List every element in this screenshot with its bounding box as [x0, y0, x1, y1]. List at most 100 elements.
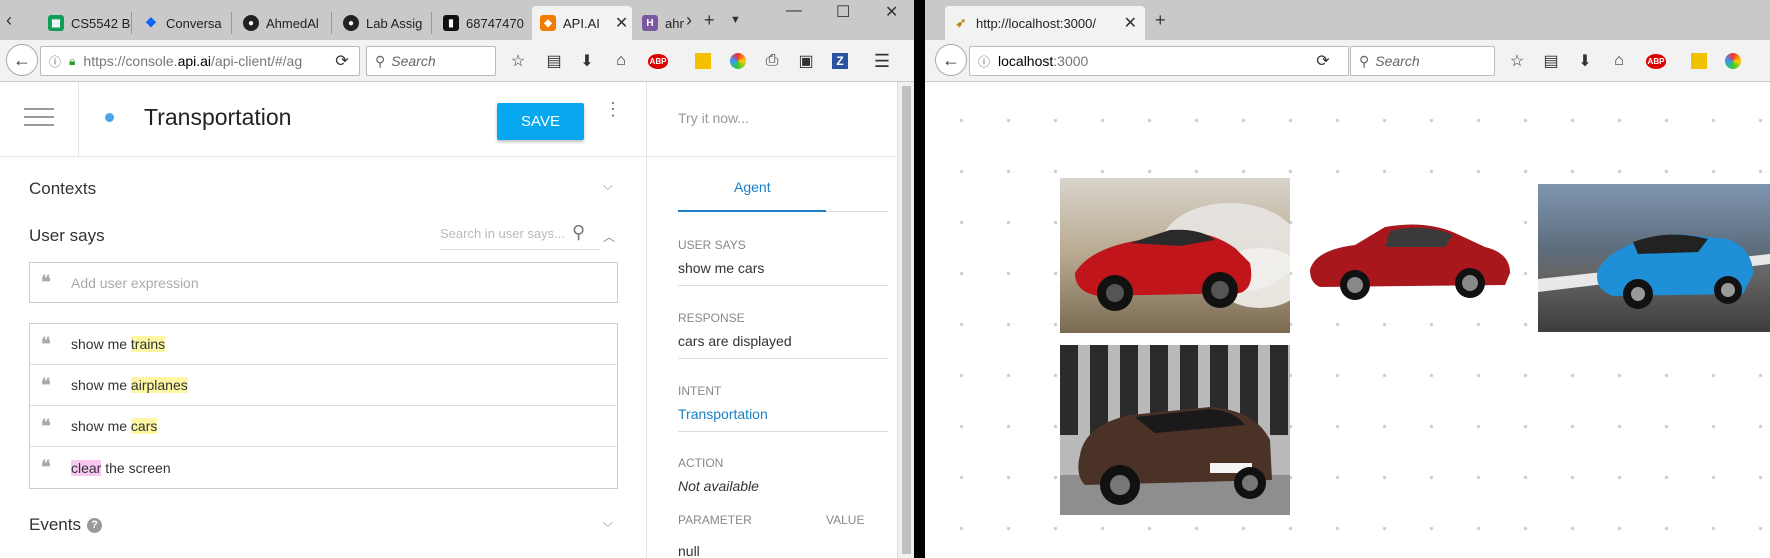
tab-lab-assignment[interactable]: ● Lab Assig: [335, 6, 430, 40]
scroll-tabs-right-icon[interactable]: ›: [686, 10, 692, 31]
tab-agent[interactable]: Agent: [734, 179, 771, 195]
close-window-icon[interactable]: ✕: [885, 2, 898, 22]
vertical-scrollbar[interactable]: [897, 82, 914, 558]
zotero-icon[interactable]: Z: [828, 49, 852, 73]
back-button[interactable]: ←: [935, 44, 967, 76]
expression-text[interactable]: clear the screen: [71, 459, 171, 476]
expression-text[interactable]: show me trains: [71, 336, 166, 352]
home-icon[interactable]: ⌂: [609, 49, 633, 73]
value-heading: VALUE: [826, 513, 865, 527]
new-tab-icon[interactable]: +: [704, 10, 715, 31]
reading-list-icon[interactable]: ▤: [1539, 49, 1563, 73]
list-item[interactable]: ❝ show me trains: [30, 324, 617, 365]
hamburger-menu-icon[interactable]: [24, 108, 54, 126]
search-icon[interactable]: ⚲: [572, 222, 585, 243]
divider: [678, 285, 888, 286]
download-icon[interactable]: ⬇: [1573, 49, 1597, 73]
expression-text[interactable]: show me cars: [71, 418, 158, 434]
reload-icon[interactable]: ⟳: [330, 49, 354, 73]
contexts-label[interactable]: Contexts: [29, 179, 96, 199]
tab-cs5542[interactable]: ▦ CS5542 Bi: [40, 6, 130, 40]
github-icon: ●: [243, 15, 259, 31]
adblock-icon[interactable]: ABP: [643, 49, 673, 73]
quote-icon: ❝: [41, 374, 51, 395]
intent-heading: INTENT: [678, 384, 722, 398]
close-tab-icon[interactable]: ✕: [615, 13, 628, 33]
chevron-up-icon[interactable]: ︿: [603, 228, 615, 245]
add-expression-box[interactable]: ❝ Add user expression: [29, 262, 618, 303]
expression-text[interactable]: show me airplanes: [71, 377, 188, 393]
reload-icon[interactable]: ⟳: [1311, 49, 1335, 73]
search-bar[interactable]: ⚲ Search: [366, 46, 496, 76]
tab-separator: [131, 12, 132, 34]
status-dot-icon: [105, 113, 114, 122]
tab-localhost[interactable]: ➶ http://localhost:3000/ ✕: [945, 6, 1145, 40]
tab-ahmedal[interactable]: ● AhmedAl: [235, 6, 330, 40]
tab-label: Lab Assig: [366, 15, 423, 31]
more-options-icon[interactable]: ⋮: [604, 100, 622, 118]
close-tab-icon[interactable]: ✕: [1124, 13, 1137, 33]
arrow-left-icon: ←: [13, 49, 31, 70]
tab-conversation[interactable]: ❖ Conversa: [135, 6, 230, 40]
extension-color-icon[interactable]: [1721, 49, 1745, 73]
scroll-tabs-left-icon[interactable]: ‹: [6, 10, 12, 31]
extension-color-icon[interactable]: [726, 49, 750, 73]
bookmark-star-icon[interactable]: ☆: [506, 49, 530, 73]
user-says-label: User says: [29, 226, 105, 245]
tab-label: API.AI: [563, 15, 600, 31]
search-bar[interactable]: ⚲ Search: [1350, 46, 1495, 76]
minimize-icon[interactable]: —: [786, 2, 802, 20]
tab-separator: [231, 12, 232, 34]
tab-heroku[interactable]: H ahm: [634, 6, 684, 40]
add-expression-row[interactable]: ❝ Add user expression: [30, 263, 617, 302]
folder-icon[interactable]: ▣: [794, 49, 818, 73]
tab-68747470[interactable]: ▮ 68747470: [435, 6, 530, 40]
response-heading: RESPONSE: [678, 311, 745, 325]
save-button[interactable]: SAVE: [497, 103, 584, 140]
chevron-down-icon[interactable]: ⌵: [603, 515, 613, 531]
add-expression-input[interactable]: Add user expression: [71, 275, 199, 291]
parameter-heading: PARAMETER: [678, 513, 752, 527]
url-bar[interactable]: ⓘ localhost:3000: [969, 46, 1349, 76]
list-item[interactable]: ❝ clear the screen: [30, 447, 617, 488]
bookmark-star-icon[interactable]: ☆: [1505, 49, 1529, 73]
list-item[interactable]: ❝ show me airplanes: [30, 365, 617, 406]
sheets-icon: ▦: [48, 15, 64, 31]
list-item[interactable]: ❝ show me cars: [30, 406, 617, 447]
dropbox-icon: ❖: [145, 15, 157, 30]
chevron-down-icon[interactable]: ⌵: [603, 178, 613, 194]
scrollbar-thumb[interactable]: [902, 86, 911, 554]
maximize-icon[interactable]: ☐: [836, 2, 850, 22]
printer-icon[interactable]: ⎙: [760, 49, 784, 73]
expression-list: ❝ show me trains ❝ show me airplanes ❝ s…: [29, 323, 618, 489]
intent-link[interactable]: Transportation: [678, 406, 768, 422]
reading-list-icon[interactable]: ▤: [542, 49, 566, 73]
list-tabs-icon[interactable]: ▼: [730, 14, 741, 26]
try-it-input[interactable]: Try it now...: [678, 110, 749, 126]
brown-mercedes-image: [1060, 345, 1290, 515]
red-bmw-image: [1305, 215, 1515, 305]
events-section[interactable]: Events ?: [29, 515, 102, 535]
github-icon: ●: [343, 15, 359, 31]
tab-label: CS5542 Bi: [71, 15, 130, 31]
left-browser-window: ‹ ▦ CS5542 Bi ❖ Conversa ● AhmedAl ● Lab…: [0, 0, 914, 558]
download-icon[interactable]: ⬇: [575, 49, 599, 73]
back-button[interactable]: ←: [6, 44, 38, 76]
intent-title: Transportation: [144, 104, 292, 130]
action-heading: ACTION: [678, 456, 724, 470]
url-bar[interactable]: ⓘ 🔒︎ https://console.api.ai/api-client/#…: [40, 46, 360, 76]
url-text: https://console.api.ai/api-client/#/ag: [83, 53, 303, 69]
divider: [78, 82, 79, 157]
adblock-icon[interactable]: ABP: [1641, 49, 1671, 73]
tab-apiai[interactable]: ◆ API.AI ✕: [532, 6, 632, 40]
menu-icon[interactable]: ☰: [870, 49, 894, 73]
help-icon[interactable]: ?: [86, 517, 102, 533]
new-tab-icon[interactable]: +: [1155, 10, 1166, 31]
extension-yellow-icon[interactable]: [1687, 49, 1711, 73]
search-icon: ⚲: [375, 52, 386, 69]
tab-label: 68747470: [466, 15, 524, 31]
home-icon[interactable]: ⌂: [1607, 49, 1631, 73]
tab-label: ahm: [665, 15, 684, 31]
extension-yellow-icon[interactable]: [691, 49, 715, 73]
apiai-console: Transportation SAVE ⋮ Try it now... Cont…: [0, 82, 897, 558]
